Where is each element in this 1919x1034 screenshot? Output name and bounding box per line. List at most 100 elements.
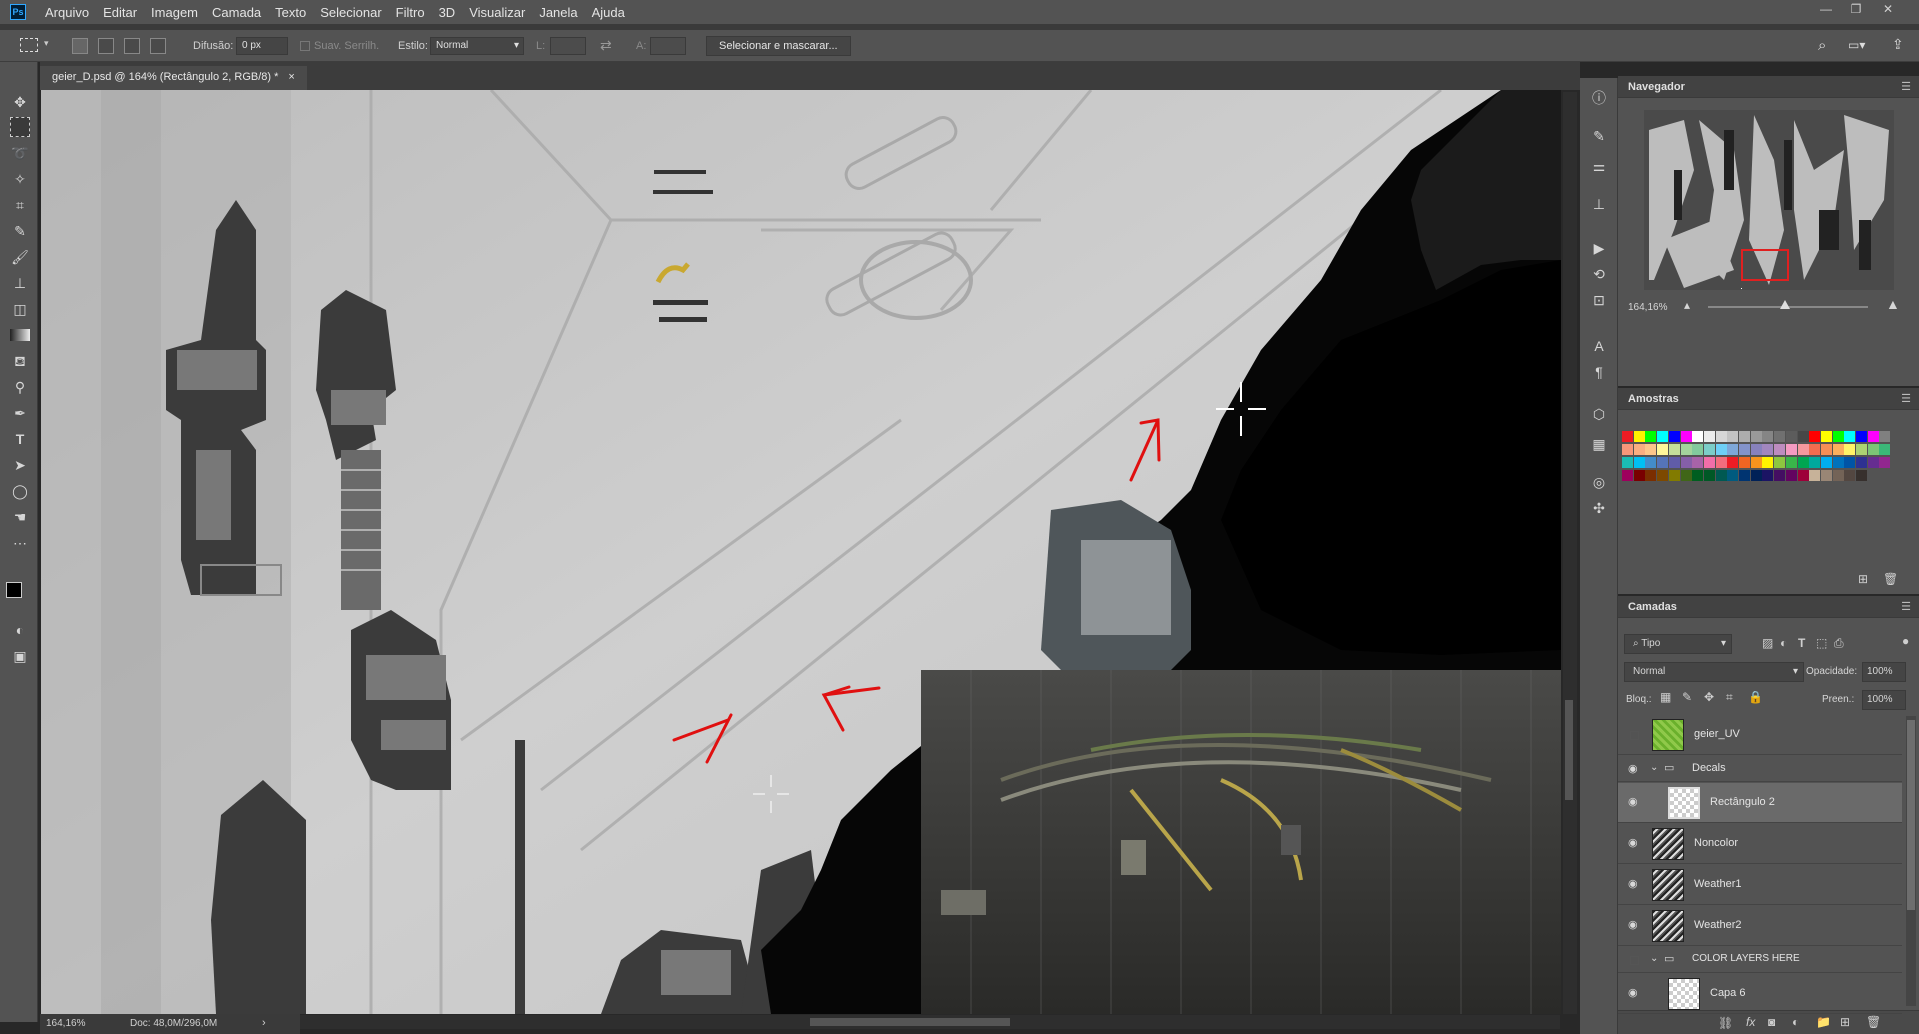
gradient-tool-icon[interactable] (10, 329, 30, 341)
add-mask-icon[interactable]: ◙ (1768, 1015, 1775, 1029)
path-selection-tool-icon[interactable]: ➤ (10, 455, 30, 475)
color-swatch[interactable] (1692, 431, 1704, 442)
adjustment-layer-icon[interactable]: ◐ (1792, 1015, 1799, 1029)
color-swatch[interactable] (1879, 444, 1891, 455)
clone-source-icon[interactable]: ⊥ (1589, 194, 1609, 214)
color-swatch[interactable] (1668, 470, 1680, 481)
color-swatch[interactable] (1844, 431, 1856, 442)
eye-icon[interactable]: ◉ (1628, 988, 1640, 999)
navigator-zoom-value[interactable]: 164,16% (1628, 302, 1667, 313)
share-icon[interactable]: ⇪ (1892, 36, 1904, 53)
more-tools-icon[interactable]: ⋯ (10, 533, 30, 553)
layer-group-decals[interactable]: ◉ ⌄ ▭ Decals (1618, 756, 1902, 782)
color-swatch[interactable] (1762, 431, 1774, 442)
color-swatch[interactable] (1657, 431, 1669, 442)
color-swatch[interactable] (1727, 457, 1739, 468)
vertical-scroll-thumb[interactable] (1565, 700, 1573, 800)
fill-input[interactable]: 100% (1862, 690, 1906, 710)
color-swatch[interactable] (1739, 470, 1750, 481)
menu-texto[interactable]: Texto (268, 5, 313, 20)
color-swatch[interactable] (1797, 457, 1809, 468)
menu-editar[interactable]: Editar (96, 5, 144, 20)
color-swatch[interactable] (1809, 444, 1821, 455)
color-swatch[interactable] (1657, 444, 1669, 455)
new-selection-icon[interactable] (72, 38, 88, 54)
screen-mode-icon[interactable]: ▣ (10, 646, 30, 666)
color-swatch[interactable] (1867, 457, 1879, 468)
color-swatch[interactable] (1622, 470, 1633, 481)
pen-tool-icon[interactable]: ✒ (10, 403, 30, 423)
info-icon[interactable]: ⓘ (1589, 88, 1609, 108)
color-swatch[interactable] (1680, 431, 1692, 442)
trash-icon[interactable]: 🗑 (1883, 572, 1898, 586)
layer-row-capa-6[interactable]: ◉ Capa 6 (1618, 974, 1902, 1014)
new-group-icon[interactable]: 📁 (1816, 1015, 1831, 1029)
lock-all-icon[interactable]: 🔒 (1748, 690, 1763, 704)
color-swatch[interactable] (1715, 470, 1727, 481)
layer-row-rectangulo-2[interactable]: ◉ Rectângulo 2 (1618, 783, 1902, 823)
eye-icon[interactable]: ◉ (1628, 879, 1640, 890)
color-swatch[interactable] (1692, 457, 1704, 468)
3d-icon[interactable]: ⬡ (1589, 404, 1609, 424)
color-swatch[interactable] (1622, 444, 1633, 455)
color-swatch[interactable] (1750, 470, 1762, 481)
color-swatch[interactable] (1727, 444, 1739, 455)
color-swatch[interactable] (1645, 470, 1657, 481)
color-swatch[interactable] (1727, 431, 1739, 442)
menu-janela[interactable]: Janela (532, 5, 584, 20)
status-zoom[interactable]: 164,16% (46, 1018, 85, 1029)
actions-play-icon[interactable]: ▶ (1589, 238, 1609, 258)
restore-button[interactable]: ❐ (1843, 2, 1869, 16)
layer-row-geier-uv[interactable]: geier_UV (1618, 715, 1902, 755)
color-swatch[interactable] (1820, 444, 1832, 455)
color-swatch[interactable] (1692, 470, 1704, 481)
hand-tool-icon[interactable]: ☚ (10, 507, 30, 527)
menu-imagem[interactable]: Imagem (144, 5, 205, 20)
delete-layer-icon[interactable]: 🗑 (1866, 1015, 1881, 1029)
eye-icon[interactable]: ◉ (1628, 797, 1640, 808)
menu-arquivo[interactable]: Arquivo (38, 5, 96, 20)
color-swatch[interactable] (1774, 457, 1786, 468)
quick-mask-icon[interactable]: ◐ (10, 620, 30, 640)
layer-filter-select[interactable]: ⌕ Tipo ▾ (1624, 634, 1732, 654)
color-swatch[interactable] (1703, 470, 1715, 481)
color-swatch[interactable] (1680, 470, 1692, 481)
menu-ajuda[interactable]: Ajuda (585, 5, 632, 20)
color-swatch[interactable] (1750, 444, 1762, 455)
color-swatch[interactable] (1715, 431, 1727, 442)
color-swatch[interactable] (1645, 444, 1657, 455)
rectangular-marquee-tool-icon[interactable] (10, 117, 30, 137)
type-tool-icon[interactable]: T (10, 429, 30, 449)
workspace-icon[interactable]: ▭▾ (1848, 38, 1865, 52)
history-icon[interactable]: ⟲ (1589, 264, 1609, 284)
color-swatch[interactable] (1715, 457, 1727, 468)
color-swatch[interactable] (1856, 444, 1867, 455)
color-swatch[interactable] (1856, 457, 1867, 468)
color-swatch[interactable] (1633, 457, 1645, 468)
menu-camada[interactable]: Camada (205, 5, 268, 20)
color-swatch[interactable] (1797, 470, 1809, 481)
paint-bucket-tool-icon[interactable]: ⛾ (10, 351, 30, 371)
menu-3d[interactable]: 3D (432, 5, 463, 20)
intersect-selection-icon[interactable] (150, 38, 166, 54)
foreground-color-swatch[interactable] (6, 582, 22, 598)
navigator-zoom-slider-knob[interactable] (1779, 300, 1790, 309)
color-swatch[interactable] (1762, 470, 1774, 481)
blend-mode-select[interactable]: Normal ▾ (1624, 662, 1804, 682)
color-swatch[interactable] (1856, 470, 1867, 481)
color-swatch[interactable] (1739, 431, 1750, 442)
lock-artboard-icon[interactable]: ⌗ (1726, 690, 1733, 705)
color-swatch[interactable] (1820, 457, 1832, 468)
status-arrow-icon[interactable]: › (262, 1017, 266, 1029)
color-swatch[interactable] (1844, 457, 1856, 468)
color-swatch[interactable] (1797, 444, 1809, 455)
filter-pixel-icon[interactable]: ▨ (1762, 636, 1773, 650)
color-swatch[interactable] (1668, 444, 1680, 455)
filter-type-icon[interactable]: T (1798, 636, 1805, 650)
color-swatch[interactable] (1703, 444, 1715, 455)
color-swatch[interactable] (1645, 457, 1657, 468)
filter-toggle-icon[interactable]: ● (1902, 634, 1909, 648)
color-swatch[interactable] (1820, 470, 1832, 481)
color-swatch[interactable] (1657, 470, 1669, 481)
color-swatch[interactable] (1668, 457, 1680, 468)
